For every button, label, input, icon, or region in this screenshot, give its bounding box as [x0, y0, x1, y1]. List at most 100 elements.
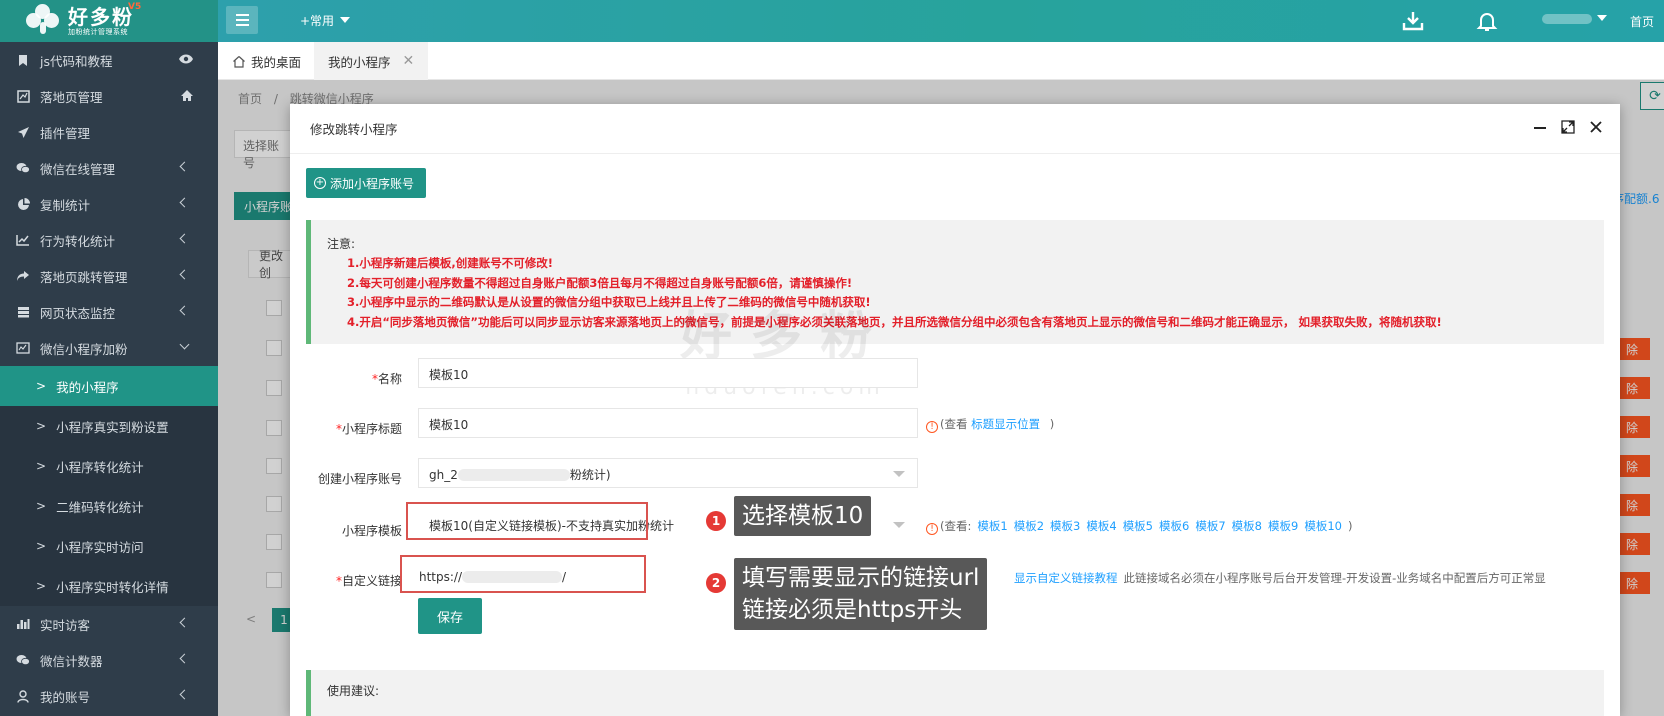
template-link-5[interactable]: 模板5 [1123, 519, 1153, 533]
notice-line: 3.小程序中显示的二维码默认是从设置的微信分组中获取已上线并且上传了二维码的微信… [347, 295, 871, 309]
chevron-left-icon [179, 689, 190, 700]
chevron-left-icon [179, 617, 190, 628]
save-button[interactable]: 保存 [418, 598, 482, 634]
logo: 好多粉 加粉统计管理系统 V5 [0, 0, 218, 42]
chevron-left-icon [179, 653, 190, 664]
chevron-right-icon: > [36, 419, 47, 433]
sidebar-item-wechat-counter[interactable]: 微信计数器 [0, 642, 218, 678]
sidebar-item-plugins[interactable]: 插件管理 [0, 114, 218, 150]
title-input[interactable]: 模板10 [418, 408, 918, 438]
template-link-3[interactable]: 模板3 [1050, 519, 1080, 533]
eye-icon [178, 53, 194, 68]
callout-fill-link: 填写需要显示的链接url 链接必须是https开头 [734, 558, 988, 630]
warning-icon: ! [926, 421, 938, 433]
name-label: *名称 [371, 372, 402, 386]
template-link-9[interactable]: 模板9 [1268, 519, 1298, 533]
sidebar-item-realtime-visits[interactable]: > 小程序实时访问 [0, 526, 218, 566]
bookmark-icon [16, 53, 30, 67]
menu-toggle-icon[interactable] [226, 6, 258, 34]
top-header: 好多粉 加粉统计管理系统 V5 +常用 首页 [0, 0, 1664, 42]
sidebar-item-realtime-conversion[interactable]: > 小程序实时转化详情 [0, 566, 218, 606]
title-hint: ! (查看 标题显示位置 ) [926, 416, 1054, 433]
template-link-2[interactable]: 模板2 [1014, 519, 1044, 533]
sidebar-item-js-code[interactable]: js代码和教程 [0, 42, 218, 78]
common-menu[interactable]: +常用 [300, 12, 351, 29]
logo-subtitle: 加粉统计管理系统 [68, 27, 128, 36]
callout-badge-2: 2 [706, 573, 726, 593]
template-link-8[interactable]: 模板8 [1232, 519, 1262, 533]
template-link-6[interactable]: 模板6 [1159, 519, 1189, 533]
minimize-icon[interactable] [1532, 119, 1548, 135]
sidebar-item-realtime-visitors[interactable]: 实时访客 [0, 606, 218, 642]
link-hint: 显示自定义链接教程 此链接域名必须在小程序账号后台开发管理-开发设置-业务域名中配… [1014, 571, 1546, 585]
sidebar-item-landing-redirect[interactable]: 落地页跳转管理 [0, 258, 218, 294]
notice-box: 注意: 1.小程序新建后模板,创建账号不可修改! 2.每天可创建小程序数量不得超… [306, 220, 1604, 344]
plus-circle-icon: + [314, 177, 326, 189]
maximize-icon[interactable] [1560, 119, 1576, 135]
callout-badge-1: 1 [706, 511, 726, 531]
home-link[interactable]: 首页 [1630, 13, 1654, 30]
template-link-10[interactable]: 模板10 [1304, 519, 1342, 533]
bell-icon[interactable] [1475, 9, 1499, 33]
sidebar-item-real-fans-settings[interactable]: > 小程序真实到粉设置 [0, 406, 218, 446]
chevron-right-icon: > [36, 459, 47, 473]
title-position-link[interactable]: 标题显示位置 [971, 417, 1040, 431]
pie-chart-icon [16, 197, 30, 211]
download-icon[interactable] [1401, 9, 1425, 33]
sidebar-item-my-account[interactable]: 我的账号 [0, 678, 218, 714]
chevron-right-icon: > [36, 579, 47, 593]
wechat-icon [16, 161, 30, 175]
notice-line: 4.开启“同步落地页微信”功能后可以同步显示访客来源落地页上的微信号，前提是小程… [347, 314, 1442, 329]
sidebar-submenu: > 我的小程序 > 小程序真实到粉设置 > 小程序转化统计 > 二维码转化统计 > 小程序… [0, 366, 218, 606]
wechat-icon [16, 653, 30, 667]
advice-title: 使用建议: [327, 684, 380, 698]
sidebar-item-my-miniprogram[interactable]: > 我的小程序 [0, 366, 218, 406]
highlight-template-box [406, 502, 648, 540]
advice-box: 使用建议: [306, 670, 1604, 716]
user-name[interactable] [1542, 14, 1592, 24]
sidebar-item-miniprogram[interactable]: 微信小程序加粉 [0, 330, 218, 366]
sidebar-item-qrcode-stats[interactable]: > 二维码转化统计 [0, 486, 218, 526]
chevron-left-icon [179, 197, 190, 208]
modal-header: 修改跳转小程序 [290, 104, 1620, 154]
sidebar-item-wechat-online[interactable]: 微信在线管理 [0, 150, 218, 186]
window-chart-icon [16, 341, 30, 355]
logo-title: 好多粉 [68, 4, 134, 29]
template-label: 小程序模板 [341, 524, 402, 538]
chevron-left-icon [179, 161, 190, 172]
close-icon[interactable] [1588, 119, 1604, 135]
template-hint: ! (查看: 模板1 模板2 模板3 模板4 模板5 模板6 模板7 模板8 模板9 模板10) [926, 518, 1352, 535]
name-input[interactable]: 模板10 [418, 358, 918, 388]
modal-title: 修改跳转小程序 [310, 122, 398, 137]
tab-my-desktop[interactable]: 我的桌面 [218, 42, 315, 80]
sidebar-item-behavior-stats[interactable]: 行为转化统计 [0, 222, 218, 258]
template-link-1[interactable]: 模板1 [977, 519, 1007, 533]
sidebar: js代码和教程 落地页管理 插件管理 微信在线管理 复制统计 行为转化统计 落地… [0, 42, 218, 716]
add-miniprogram-account-button[interactable]: + 添加小程序账号 [306, 168, 427, 198]
tab-my-miniprogram[interactable]: 我的小程序 ✕ [314, 42, 429, 80]
notice-title: 注意: [327, 237, 356, 251]
template-link-4[interactable]: 模板4 [1086, 519, 1116, 533]
chevron-left-icon [179, 269, 190, 280]
server-icon [16, 305, 30, 319]
account-label: 创建小程序账号 [317, 472, 402, 486]
share-arrow-icon [16, 269, 30, 283]
title-label: *小程序标题 [335, 422, 402, 436]
chevron-left-icon [179, 305, 190, 316]
template-link-7[interactable]: 模板7 [1195, 519, 1225, 533]
account-select[interactable]: gh_2 粉统计) [418, 458, 918, 488]
sidebar-item-conversion-stats[interactable]: > 小程序转化统计 [0, 446, 218, 486]
sidebar-item-web-monitor[interactable]: 网页状态监控 [0, 294, 218, 330]
notice-line: 1.小程序新建后模板,创建账号不可修改! [347, 256, 553, 270]
sidebar-item-landing-page[interactable]: 落地页管理 [0, 78, 218, 114]
paper-plane-icon [16, 125, 30, 139]
bar-chart-icon [16, 617, 30, 631]
line-chart-icon [16, 233, 30, 247]
user-caret-icon[interactable] [1597, 15, 1607, 21]
custom-link-tutorial-link[interactable]: 显示自定义链接教程 [1014, 571, 1118, 585]
tab-bar: 我的桌面 我的小程序 ✕ [218, 42, 1664, 80]
caret-down-icon [340, 17, 351, 23]
chevron-left-icon [179, 233, 190, 244]
sidebar-item-copy-stats[interactable]: 复制统计 [0, 186, 218, 222]
close-icon[interactable]: ✕ [403, 53, 415, 69]
